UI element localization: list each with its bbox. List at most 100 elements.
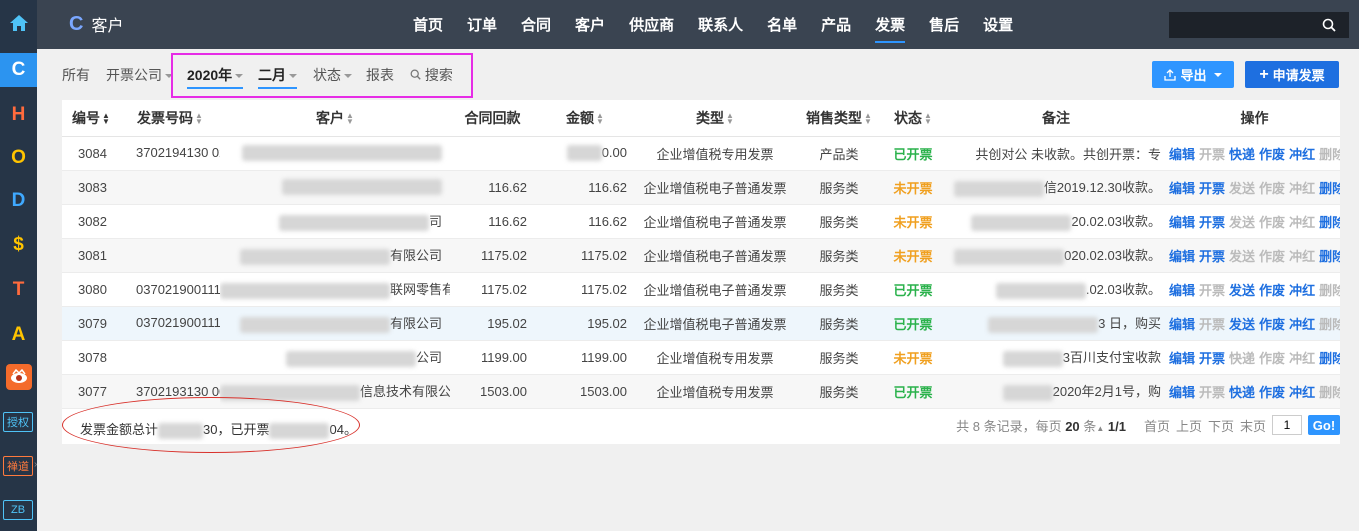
row-action-link[interactable]: 作废 — [1259, 283, 1285, 298]
nav-contacts[interactable]: 联系人 — [686, 0, 755, 49]
sidebar-zb-tag[interactable]: ZB — [3, 500, 33, 520]
row-action-link[interactable]: 编辑 — [1169, 249, 1195, 264]
row-action-link[interactable]: 开票 — [1199, 249, 1225, 264]
row-action-link[interactable]: 开票 — [1199, 181, 1225, 196]
filter-all[interactable]: 所有 — [62, 65, 90, 85]
row-action-link[interactable]: 开票 — [1199, 351, 1225, 366]
home-icon[interactable] — [0, 8, 37, 38]
filter-company[interactable]: 开票公司 — [106, 65, 173, 85]
row-action-link[interactable]: 删除 — [1319, 181, 1340, 196]
nav-lists[interactable]: 名单 — [755, 0, 809, 49]
sidebar-app-h[interactable]: H — [0, 100, 37, 130]
global-search-input[interactable] — [1169, 12, 1309, 38]
col-header-id[interactable]: 编号 ▲ ▼ — [62, 100, 120, 137]
table-row[interactable]: 3084 3702194130 02 0.00 企业增值税专用发票 产品类 已开票 共创对公… — [62, 136, 1340, 171]
row-action-link[interactable]: 快递 — [1229, 385, 1255, 400]
sidebar-app-d[interactable]: D — [0, 186, 37, 216]
nav-contracts[interactable]: 合同 — [509, 0, 563, 49]
sidebar-app-a[interactable]: A — [0, 320, 37, 350]
row-action-link[interactable]: 删除 — [1319, 249, 1340, 264]
row-action-link[interactable]: 冲红 — [1289, 317, 1315, 332]
next-page-link[interactable]: 下页 — [1208, 416, 1234, 435]
nav-suppliers[interactable]: 供应商 — [617, 0, 686, 49]
redacted-text — [278, 214, 429, 231]
cell-id: 3077 — [62, 374, 120, 409]
table-row[interactable]: 3078 公司 1199.00 1199.00 企业增值税专用发票 服务类 未开票 3百川支付… — [62, 340, 1340, 375]
sort-icon: ▲ ▼ — [924, 111, 932, 127]
status-badge: 已开票 — [893, 282, 933, 298]
row-action-link[interactable]: 删除 — [1319, 215, 1340, 230]
cell-id: 3079 — [62, 306, 120, 341]
row-action-link[interactable]: 编辑 — [1169, 181, 1195, 196]
cell-id: 3081 — [62, 238, 120, 273]
row-action-link[interactable]: 编辑 — [1169, 385, 1195, 400]
search-button[interactable] — [1309, 12, 1349, 38]
row-action-link: 作废 — [1259, 350, 1286, 366]
last-page-link[interactable]: 末页 — [1240, 416, 1266, 435]
sidebar-app-c[interactable]: C — [0, 53, 37, 87]
col-header-status[interactable]: 状态 ▲ ▼ — [883, 100, 943, 137]
cell-actions: 编辑开票发送作废冲红删除 — [1169, 204, 1340, 239]
row-action-link[interactable]: 发送 — [1229, 317, 1255, 332]
row-action-link[interactable]: 发送 — [1229, 283, 1255, 298]
col-header-invoice-no[interactable]: 发票号码 ▲ ▼ — [120, 100, 220, 137]
prev-page-link[interactable]: 上页 — [1176, 416, 1202, 435]
row-action-link[interactable]: 编辑 — [1169, 215, 1195, 230]
table-row[interactable]: 3079 037021900111 (有限公司 195.02 195.02 企业增值税电… — [62, 306, 1340, 341]
caret-down-icon — [1213, 72, 1222, 77]
redacted-text — [971, 214, 1072, 231]
row-action-link[interactable]: 作废 — [1259, 147, 1285, 162]
row-action-link[interactable]: 作废 — [1259, 385, 1285, 400]
sort-icon: ▲ ▼ — [726, 111, 734, 127]
table-row[interactable]: 3080 037021900111 (联网零售有 1175.02 1175.02 企业增… — [62, 272, 1340, 307]
new-invoice-button[interactable]: + 申请发票 — [1245, 61, 1339, 88]
row-action-link[interactable]: 冲红 — [1289, 385, 1315, 400]
row-action-link: 删除 — [1319, 282, 1340, 298]
col-header-type[interactable]: 类型 ▲ ▼ — [635, 100, 795, 137]
cell-sale-type: 服务类 — [795, 340, 883, 375]
export-button[interactable]: 导出 — [1152, 61, 1234, 88]
nav-products[interactable]: 产品 — [809, 0, 863, 49]
row-action-link: 发送 — [1229, 180, 1256, 196]
row-action-link[interactable]: 编辑 — [1169, 147, 1195, 162]
row-action-link[interactable]: 快递 — [1229, 147, 1255, 162]
cell-note: 3百川支付宝收款 — [943, 340, 1169, 375]
plus-icon: + — [1259, 65, 1269, 83]
row-action-link[interactable]: 编辑 — [1169, 317, 1195, 332]
table-row[interactable]: 3083 116.62 116.62 企业增值税电子普通发票 服务类 未开票 信2019.1… — [62, 170, 1340, 205]
table-header-row: 编号 ▲ ▼ 发票号码 ▲ ▼ 客户 ▲ ▼ 合同回款 金额 ▲ ▼ 类型 ▲ ▼ 销售类型 ▲ ▼ 状… — [62, 100, 1340, 137]
sidebar-app-eye[interactable] — [0, 362, 37, 392]
cell-payback: 116.62 — [450, 204, 535, 239]
cell-payback: 1199.00 — [450, 340, 535, 375]
row-action-link[interactable]: 删除 — [1319, 351, 1340, 366]
expand-arrow-icon[interactable]: › — [34, 459, 37, 470]
row-action-link[interactable]: 编辑 — [1169, 283, 1195, 298]
nav-settings[interactable]: 设置 — [971, 0, 1025, 49]
app-brand[interactable]: C 客户 — [69, 12, 123, 36]
row-action-link[interactable]: 编辑 — [1169, 351, 1195, 366]
nav-aftersales[interactable]: 售后 — [917, 0, 971, 49]
table-row[interactable]: 3081 有限公司 1175.02 1175.02 企业增值税电子普通发票 服务类 未开票 0… — [62, 238, 1340, 273]
pagination: 共 8 条记录，每页 20 条▲ 1/1 首页 上页 下页 末页 Go! — [956, 415, 1340, 435]
table-row[interactable]: 3082 司 116.62 116.62 企业增值税电子普通发票 服务类 未开票 20.02.… — [62, 204, 1340, 239]
nav-home[interactable]: 首页 — [401, 0, 455, 49]
sidebar-app-o[interactable]: O — [0, 143, 37, 173]
col-header-sale-type[interactable]: 销售类型 ▲ ▼ — [795, 100, 883, 137]
row-action-link[interactable]: 开票 — [1199, 215, 1225, 230]
nav-invoices[interactable]: 发票 — [863, 0, 917, 49]
sidebar-auth-tag[interactable]: 授权 — [3, 412, 33, 432]
col-header-amount[interactable]: 金额 ▲ ▼ — [535, 100, 635, 137]
row-action-link[interactable]: 作废 — [1259, 317, 1285, 332]
sidebar-chandao-tag[interactable]: 禅道 — [3, 456, 33, 476]
row-action-link[interactable]: 冲红 — [1289, 283, 1315, 298]
col-header-customer[interactable]: 客户 ▲ ▼ — [220, 100, 450, 137]
sidebar-app-dollar[interactable]: $ — [0, 230, 37, 260]
nav-orders[interactable]: 订单 — [455, 0, 509, 49]
go-button[interactable]: Go! — [1308, 415, 1340, 435]
sidebar-app-t[interactable]: T — [0, 275, 37, 305]
row-action-link[interactable]: 冲红 — [1289, 147, 1315, 162]
page-number-input[interactable] — [1272, 415, 1302, 435]
first-page-link[interactable]: 首页 — [1144, 416, 1170, 435]
nav-customers[interactable]: 客户 — [563, 0, 617, 49]
cell-note: 20.02.03收款。 — [943, 204, 1169, 239]
